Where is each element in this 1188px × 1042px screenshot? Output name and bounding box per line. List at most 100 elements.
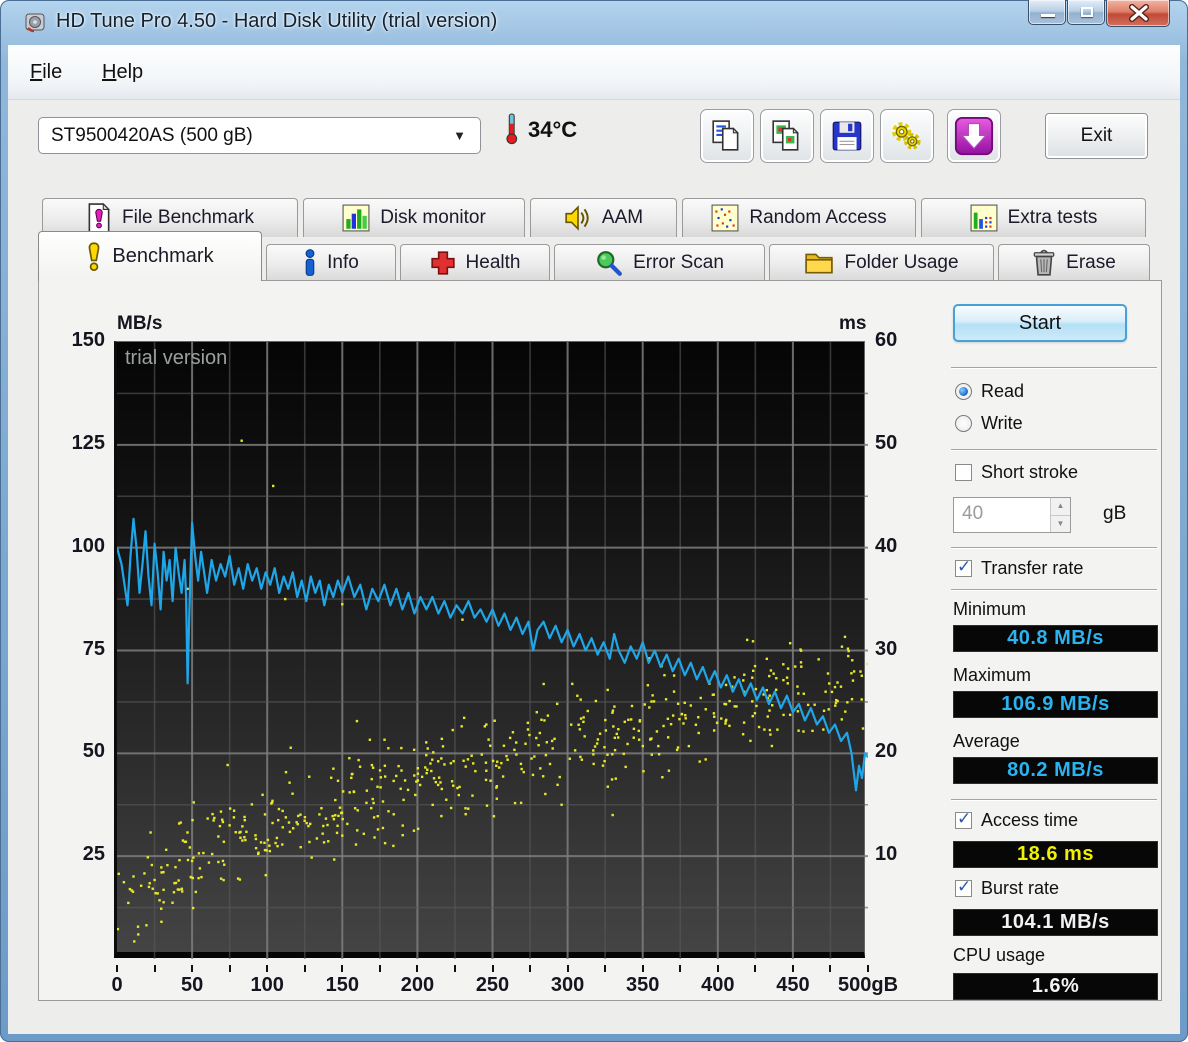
x-axis-tick — [416, 965, 419, 972]
tab-folder-usage[interactable]: Folder Usage — [769, 244, 994, 281]
menubar: File Help — [8, 45, 1180, 100]
x-axis-tick — [191, 965, 194, 972]
download-arrow-icon — [954, 116, 994, 156]
tab-benchmark[interactable]: Benchmark — [38, 231, 262, 281]
access-time-checkbox[interactable]: Access time — [955, 809, 1078, 831]
magnifier-icon — [597, 251, 623, 276]
divider — [951, 449, 1157, 451]
transfer-rate-label: Transfer rate — [981, 558, 1084, 578]
maximum-value: 106.9 MB/s — [953, 691, 1158, 718]
titlebar[interactable]: HD Tune Pro 4.50 - Hard Disk Utility (tr… — [0, 0, 1188, 45]
x-axis-tick — [303, 965, 306, 972]
chevron-down-icon: ▼ — [453, 128, 466, 143]
x-axis-tick-label: 250 — [475, 974, 510, 996]
tab-extra-tests[interactable]: Extra tests — [921, 198, 1146, 237]
close-button[interactable] — [1106, 0, 1170, 27]
y-left-tick-label: 75 — [82, 637, 105, 660]
copy-image-button[interactable] — [760, 109, 814, 163]
x-axis-tick-label: 500gB — [837, 974, 899, 996]
capacity-value: 40 — [962, 503, 984, 524]
menu-file[interactable]: File — [24, 59, 68, 86]
x-axis-tick — [604, 965, 607, 972]
divider — [951, 367, 1157, 369]
file-benchmark-icon — [88, 203, 110, 233]
x-axis-ticks — [114, 965, 869, 973]
drive-select[interactable]: ST9500420AS (500 gB) ▼ — [38, 117, 481, 154]
checkbox-icon — [955, 557, 972, 577]
tab-aam[interactable]: AAM — [530, 198, 677, 237]
x-axis-tick-label: 0 — [111, 974, 123, 996]
average-value: 80.2 MB/s — [953, 757, 1158, 784]
divider — [951, 589, 1157, 591]
gear-icon — [892, 122, 921, 150]
capacity-spinner[interactable]: 40 ▲ ▼ — [953, 497, 1071, 533]
x-axis-tick — [716, 965, 719, 972]
y-right-tick-label: 60 — [875, 329, 898, 351]
spinner-down-button[interactable]: ▼ — [1051, 515, 1070, 532]
x-axis-tick — [829, 965, 832, 972]
y-left-tick-label: 100 — [71, 534, 105, 557]
tab-random-access[interactable]: Random Access — [682, 198, 916, 237]
tab-label: Health — [465, 252, 521, 273]
read-radio[interactable]: Read — [955, 381, 1024, 402]
speaker-icon — [565, 205, 589, 231]
benchmark-panel: MB/s ms trial version 150 125 100 75 50 25 60… — [38, 280, 1162, 1001]
health-cross-icon — [430, 251, 455, 275]
tab-health[interactable]: Health — [400, 244, 550, 281]
x-axis-tick-label: 450 — [776, 974, 810, 996]
burst-rate-checkbox[interactable]: Burst rate — [955, 877, 1060, 899]
tab-error-scan[interactable]: Error Scan — [554, 244, 765, 281]
window-title: HD Tune Pro 4.50 - Hard Disk Utility (tr… — [56, 10, 498, 32]
chart-canvas — [117, 342, 868, 959]
tab-info[interactable]: Info — [266, 244, 396, 281]
y-right-tick-label: 20 — [875, 740, 898, 763]
spinner-up-button[interactable]: ▲ — [1051, 498, 1070, 516]
disk-monitor-icon — [342, 204, 370, 232]
write-radio[interactable]: Write — [955, 413, 1023, 434]
copy-text-button[interactable] — [700, 109, 754, 163]
tab-label: Folder Usage — [844, 252, 959, 273]
tab-erase[interactable]: Erase — [998, 244, 1150, 281]
maximize-icon — [1081, 7, 1093, 17]
copy-text-icon — [712, 120, 739, 151]
transfer-rate-checkbox[interactable]: Transfer rate — [955, 557, 1084, 579]
start-button[interactable]: Start — [953, 304, 1127, 342]
burst-rate-label: Burst rate — [981, 878, 1060, 898]
x-axis-tick-label: 300 — [550, 974, 585, 996]
tab-label: AAM — [601, 207, 644, 228]
write-radio-label: Write — [981, 413, 1023, 433]
drive-select-value: ST9500420AS (500 gB) — [51, 125, 253, 146]
save-button[interactable] — [820, 109, 874, 163]
burst-rate-value: 104.1 MB/s — [953, 909, 1158, 936]
thermometer-icon — [506, 113, 518, 145]
capacity-unit-label: gB — [1103, 503, 1127, 524]
menu-help[interactable]: Help — [96, 59, 149, 86]
tab-label: Disk monitor — [380, 207, 486, 228]
minimum-label: Minimum — [953, 599, 1027, 619]
x-axis-tick — [867, 965, 869, 972]
extra-tests-icon — [970, 204, 998, 232]
read-radio-label: Read — [981, 381, 1025, 401]
short-stroke-checkbox[interactable]: Short stroke — [955, 462, 1078, 483]
update-button[interactable] — [947, 109, 1001, 163]
minimize-button[interactable] — [1028, 0, 1066, 25]
options-button[interactable] — [880, 109, 934, 163]
tab-disk-monitor[interactable]: Disk monitor — [303, 198, 525, 237]
app-window: HD Tune Pro 4.50 - Hard Disk Utility (tr… — [0, 0, 1188, 1042]
x-axis-tick-label: 200 — [400, 974, 435, 996]
y-right-tick-label: 30 — [875, 637, 898, 660]
x-axis-tick — [228, 965, 231, 972]
x-axis-tick — [491, 965, 494, 972]
exit-button[interactable]: Exit — [1045, 113, 1148, 159]
x-axis-tick — [754, 965, 757, 972]
trial-watermark: trial version — [125, 347, 228, 369]
x-axis-tick — [453, 965, 456, 972]
app-icon — [25, 13, 45, 33]
x-axis-tick — [153, 965, 156, 972]
window-content: File Help ST9500420AS (500 gB) ▼ 34°C Ex… — [8, 45, 1180, 1034]
checkbox-icon — [955, 464, 972, 481]
y-right-tick-label: 50 — [875, 431, 898, 454]
tab-label: Error Scan — [633, 252, 724, 273]
x-axis-tick — [566, 965, 569, 972]
maximize-button[interactable] — [1067, 0, 1105, 25]
